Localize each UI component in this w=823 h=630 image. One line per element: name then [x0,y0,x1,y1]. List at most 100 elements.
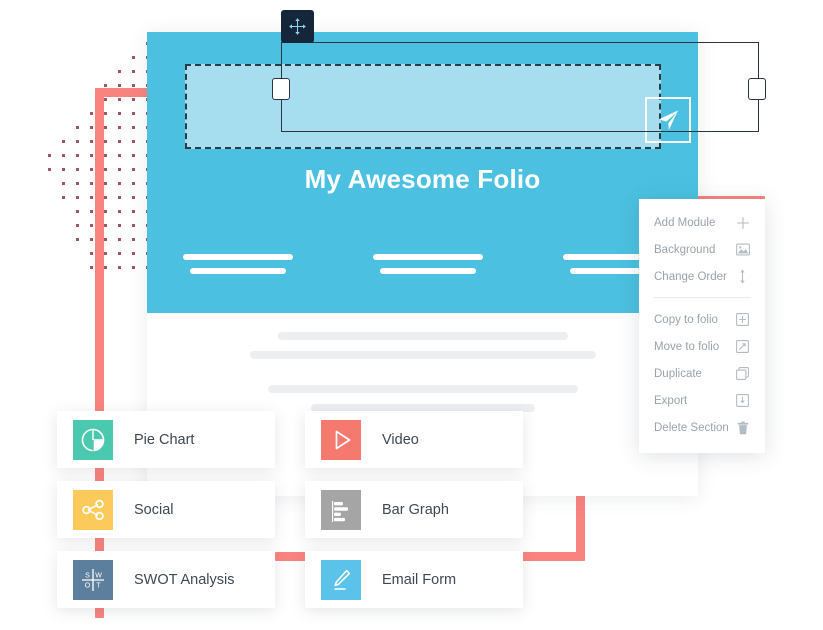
decorative-dot [118,210,121,213]
connector-ribbon-right-vertical [576,490,585,556]
decorative-dot [132,266,135,269]
decorative-dot [104,182,107,185]
module-card-pie-chart[interactable]: Pie Chart [57,411,275,468]
plus-icon [735,215,750,230]
decorative-dot [62,196,65,199]
decorative-dot [90,196,93,199]
decorative-dot [62,140,65,143]
decorative-dot [132,154,135,157]
decorative-dot [104,252,107,255]
decorative-dot [90,182,93,185]
menu-item-label: Background [654,243,716,256]
decorative-dot [118,84,121,87]
decorative-dot [48,168,51,171]
decorative-dot [62,182,65,185]
decorative-dot [76,210,79,213]
decorative-dot [104,196,107,199]
decorative-dot [132,168,135,171]
menu-item-duplicate[interactable]: Duplicate [639,360,765,387]
menu-item-label: Change Order [654,270,727,283]
placeholder-line [277,332,568,340]
decorative-dot [132,56,135,59]
menu-item-export[interactable]: Export [639,387,765,414]
decorative-dot [118,70,121,73]
decorative-dot [104,266,107,269]
menu-item-label: Delete Section [654,421,729,434]
swot-letter-o: O [85,582,91,589]
decorative-dot [90,154,93,157]
module-card-label: Video [382,431,419,448]
menu-item-label: Add Module [654,216,716,229]
move-arrows-icon[interactable] [281,10,314,43]
bar-graph-icon [321,489,361,530]
decorative-dot-grid [48,28,160,276]
decorative-dot [118,238,121,241]
body-placeholder-lines [147,332,698,423]
decorative-dot [90,224,93,227]
decorative-dot [104,126,107,129]
module-card-video[interactable]: Video [305,411,523,468]
canvas-stage: My Awesome Folio Add Module Background C… [0,0,823,630]
menu-item-label: Duplicate [654,367,702,380]
selection-frame[interactable] [281,42,759,132]
play-icon [321,419,361,460]
decorative-dot [90,266,93,269]
module-card-swot-analysis[interactable]: S W O T SWOT Analysis [57,551,275,608]
download-icon [735,393,750,408]
hero-column-2 [373,254,483,282]
decorative-dot [132,112,135,115]
decorative-dot [118,224,121,227]
decorative-dot [132,140,135,143]
decorative-dot [76,196,79,199]
swot-grid-icon: S W O T [73,559,113,600]
placeholder-line [267,385,578,393]
decorative-dot [104,154,107,157]
module-card-email-form[interactable]: Email Form [305,551,523,608]
menu-item-label: Move to folio [654,340,720,353]
decorative-dot [76,140,79,143]
decorative-dot [90,140,93,143]
menu-divider [653,297,751,298]
placeholder-bar [183,254,293,260]
decorative-dot [90,112,93,115]
box-plus-icon [735,312,750,327]
decorative-dot [118,182,121,185]
decorative-dot [76,182,79,185]
menu-item-delete-section[interactable]: Delete Section [639,414,765,441]
menu-item-copy-to-folio[interactable]: Copy to folio [639,306,765,333]
decorative-dot [132,224,135,227]
decorative-dot [76,154,79,157]
decorative-dot [132,210,135,213]
decorative-dot [132,238,135,241]
page-title: My Awesome Folio [304,164,541,194]
decorative-dot [90,126,93,129]
hero-column-1 [183,254,293,282]
decorative-dot [104,84,107,87]
placeholder-bar [373,254,483,260]
decorative-dot [118,126,121,129]
swot-letter-s: S [85,572,90,579]
module-card-label: Email Form [382,571,457,588]
decorative-dot [132,182,135,185]
swot-letter-w: W [95,572,102,579]
decorative-dot [118,98,121,101]
menu-item-change-order[interactable]: Change Order [639,263,765,290]
menu-item-add-module[interactable]: Add Module [639,209,765,236]
decorative-dot [90,238,93,241]
menu-item-background[interactable]: Background [639,236,765,263]
decorative-dot [104,140,107,143]
decorative-dot [132,84,135,87]
menu-item-move-to-folio[interactable]: Move to folio [639,333,765,360]
module-card-social[interactable]: Social [57,481,275,538]
duplicate-icon [735,366,750,381]
section-context-menu[interactable]: Add Module Background Change Order Copy … [639,199,765,453]
decorative-dot [104,210,107,213]
decorative-dot [90,210,93,213]
decorative-dot [76,126,79,129]
decorative-dot [104,98,107,101]
resize-handle-right[interactable] [748,78,766,100]
share-icon [73,489,113,530]
resize-handle-left[interactable] [272,78,290,100]
module-card-bar-graph[interactable]: Bar Graph [305,481,523,538]
menu-item-label: Copy to folio [654,313,718,326]
